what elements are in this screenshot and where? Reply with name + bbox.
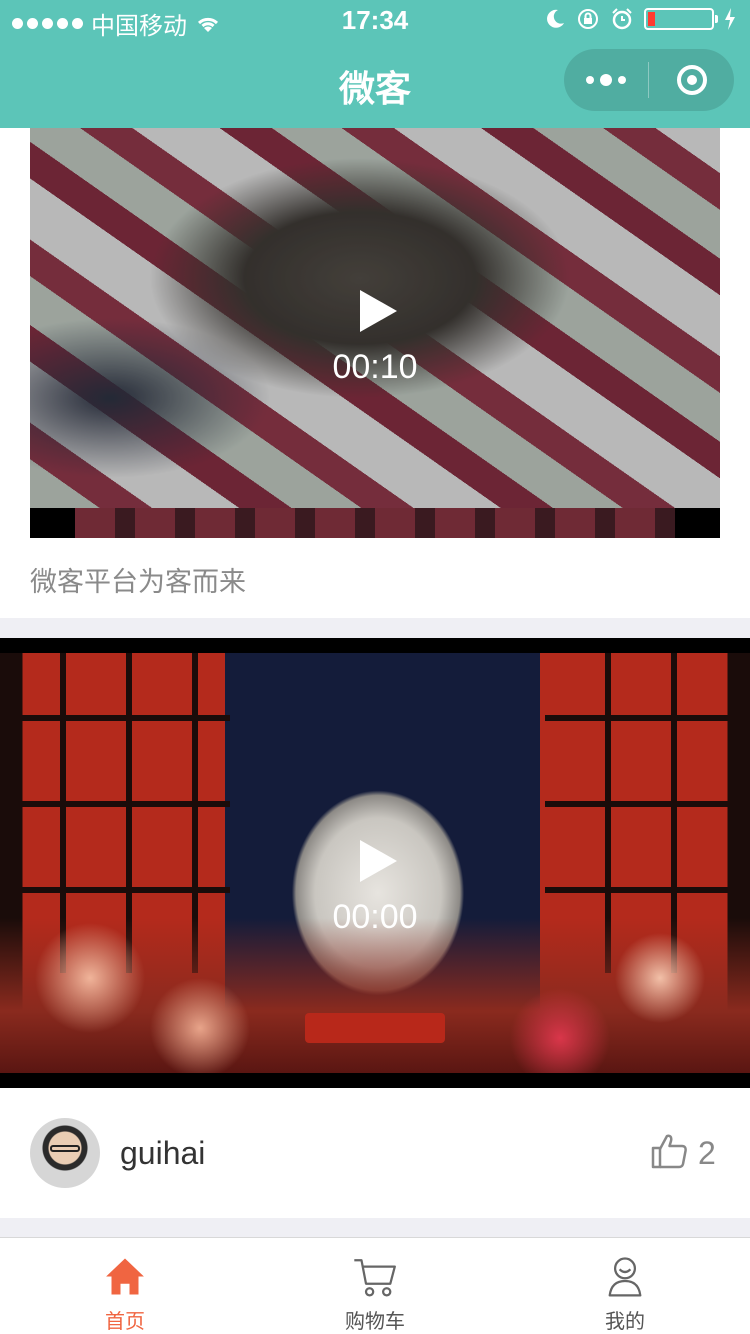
more-dot-right — [618, 76, 626, 84]
tab-label: 首页 — [105, 1311, 145, 1333]
charging-bolt-icon — [725, 8, 735, 30]
more-dot-center — [600, 74, 612, 86]
play-icon — [359, 840, 397, 882]
status-right — [544, 7, 736, 31]
tab-home[interactable]: 首页 — [0, 1238, 250, 1334]
like-count: 2 — [698, 1135, 716, 1171]
play-control[interactable]: 00:00 — [320, 840, 430, 937]
home-icon — [106, 1258, 144, 1295]
rotation-lock-icon — [578, 9, 598, 29]
feed-card: 00:00 guihai 2 — [0, 638, 750, 1218]
status-bar: 中国移动 17:34 — [0, 0, 750, 40]
user-icon — [608, 1257, 642, 1297]
more-button[interactable] — [564, 49, 648, 111]
video-duration: 00:00 — [332, 898, 418, 936]
battery-icon — [644, 8, 718, 30]
peony-flowers — [0, 918, 750, 1073]
plate-stand — [305, 1013, 445, 1043]
tab-label: 我的 — [605, 1311, 645, 1333]
author-row: guihai 2 — [0, 1088, 750, 1218]
tab-bar: 首页 购物车 我的 — [0, 1237, 750, 1334]
more-dots-icon — [586, 76, 594, 84]
moon-icon — [547, 9, 564, 28]
video-caption: 微客平台为客而来 — [30, 567, 246, 597]
tab-mine[interactable]: 我的 — [500, 1238, 750, 1334]
avatar[interactable] — [30, 1118, 100, 1188]
video-player[interactable]: 00:10 — [30, 128, 720, 538]
tab-label: 购物车 — [345, 1311, 405, 1333]
thumbs-up-icon[interactable] — [650, 1132, 688, 1170]
cart-icon — [354, 1259, 396, 1297]
tab-cart[interactable]: 购物车 — [250, 1238, 500, 1334]
play-control[interactable]: 00:10 — [330, 290, 420, 387]
alarm-icon — [612, 8, 632, 30]
navigation-bar: 微客 — [0, 40, 750, 128]
video-thumbnail-edge — [75, 508, 675, 538]
target-ring-icon — [676, 65, 707, 95]
play-icon — [359, 290, 397, 332]
avatar-glasses — [50, 1145, 80, 1152]
video-duration: 00:10 — [332, 348, 418, 386]
video-player[interactable]: 00:00 — [0, 638, 750, 1088]
feed-card: 00:10 微客平台为客而来 — [0, 128, 750, 618]
capsule-menu — [564, 49, 734, 111]
feed-list[interactable]: 00:10 微客平台为客而来 00:00 guihai 2 — [0, 128, 750, 1237]
author-name[interactable]: guihai — [120, 1135, 205, 1172]
close-miniprogram-button[interactable] — [649, 49, 734, 111]
